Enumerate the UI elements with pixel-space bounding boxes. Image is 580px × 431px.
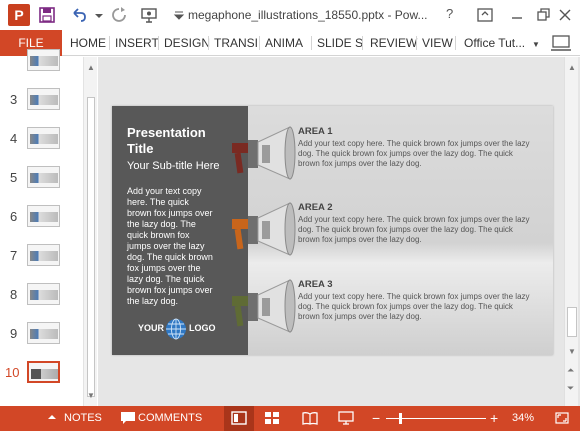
close-icon[interactable]: [556, 6, 574, 24]
zoom-out-button[interactable]: −: [372, 410, 380, 426]
undo-icon[interactable]: [70, 6, 88, 24]
zoom-in-button[interactable]: +: [490, 410, 498, 426]
slide-number: 3: [10, 92, 18, 107]
next-slide-icon[interactable]: ⏷: [567, 383, 574, 394]
fit-slide-icon[interactable]: [554, 411, 570, 425]
slide-show-icon[interactable]: [338, 411, 354, 425]
customize-toolbar-icon[interactable]: [170, 6, 188, 24]
tab-separator: [208, 36, 209, 50]
slide-thumbnail-pane: 3 4 5 6 7 8 9 10 ▲ ▼: [0, 49, 97, 406]
slide-thumbnail-image: [27, 88, 60, 110]
undo-dropdown-icon[interactable]: [90, 6, 108, 24]
editor-scrollbar[interactable]: ▲ ▼ ⏶ ⏷: [564, 57, 578, 406]
slide-thumbnail-image: [27, 205, 60, 227]
start-from-beginning-icon[interactable]: [140, 6, 158, 24]
slide-sorter-icon[interactable]: [264, 411, 280, 425]
user-account-icon[interactable]: [550, 33, 572, 53]
slide-body-text[interactable]: Add your text copy here. The quick brown…: [127, 186, 215, 307]
slide-thumbnail-image: [27, 49, 60, 71]
notes-icon: [48, 415, 56, 419]
slide-editor: Presentation Title Your Sub-title Here A…: [98, 57, 580, 406]
tab-animations[interactable]: ANIMA: [265, 30, 303, 56]
thumbnail-scrollbar[interactable]: ▲ ▼: [83, 57, 97, 406]
area-3-title[interactable]: AREA 3: [298, 279, 333, 290]
ribbon-display-options-icon[interactable]: [476, 6, 494, 24]
slide-number: 5: [10, 170, 18, 185]
globe-icon: [166, 318, 186, 340]
slide-number: 9: [10, 326, 18, 341]
slide-thumbnail-image: [27, 166, 60, 188]
slide-number: 4: [10, 131, 18, 146]
area-2-text[interactable]: Add your text copy here. The quick brown…: [298, 215, 532, 245]
normal-view-icon: [231, 411, 247, 425]
tab-separator: [416, 36, 417, 50]
zoom-level[interactable]: 34%: [512, 412, 534, 424]
powerpoint-logo-icon: P: [8, 4, 30, 26]
comments-button[interactable]: COMMENTS: [138, 412, 202, 424]
slide-canvas[interactable]: Presentation Title Your Sub-title Here A…: [112, 106, 553, 355]
scroll-up-icon[interactable]: ▲: [568, 63, 576, 72]
tab-insert[interactable]: INSERT: [115, 30, 159, 56]
tab-transitions[interactable]: TRANSI: [214, 30, 258, 56]
tab-separator: [455, 36, 456, 50]
title-bar: P megaphone_illustrations_18550.pptx - P…: [0, 0, 580, 30]
previous-slide-icon[interactable]: ⏶: [567, 365, 574, 376]
area-1-text[interactable]: Add your text copy here. The quick brown…: [298, 139, 532, 169]
slide-thumbnail-image: [27, 127, 60, 149]
scroll-down-icon[interactable]: ▼: [568, 347, 576, 356]
tab-slide-show[interactable]: SLIDE S: [317, 30, 363, 56]
slide-number: 10: [5, 365, 20, 380]
area-1-title[interactable]: AREA 1: [298, 126, 333, 137]
comments-icon: [121, 412, 135, 424]
notes-button[interactable]: NOTES: [64, 412, 102, 424]
save-icon[interactable]: [38, 6, 56, 24]
area-3-text[interactable]: Add your text copy here. The quick brown…: [298, 292, 532, 322]
status-bar: NOTES COMMENTS − + 34%: [0, 406, 580, 431]
restore-icon[interactable]: [534, 6, 552, 24]
megaphone-icon[interactable]: [210, 123, 298, 185]
scroll-down-icon[interactable]: ▼: [87, 391, 95, 400]
slide-number: 8: [10, 287, 18, 302]
reading-view-icon[interactable]: [302, 411, 318, 425]
scroll-up-icon[interactable]: ▲: [87, 63, 95, 72]
account-name[interactable]: Office Tut...: [464, 30, 525, 56]
scrollbar-thumb[interactable]: [87, 97, 95, 397]
slide-thumbnail-image: [27, 283, 60, 305]
tab-separator: [158, 36, 159, 50]
tab-separator: [311, 36, 312, 50]
view-normal-button[interactable]: [224, 406, 254, 431]
zoom-slider-thumb[interactable]: [399, 413, 402, 424]
account-dropdown-icon[interactable]: ▼: [532, 40, 540, 49]
slide-number: 6: [10, 209, 18, 224]
tab-review[interactable]: REVIEW: [370, 30, 417, 56]
megaphone-icon[interactable]: [210, 199, 298, 261]
redo-icon[interactable]: [110, 6, 128, 24]
logo-text-left: YOUR: [138, 323, 165, 333]
tab-separator: [109, 36, 110, 50]
document-title: megaphone_illustrations_18550.pptx - Pow…: [188, 8, 428, 22]
slide-thumbnail-image: [27, 322, 60, 344]
tab-separator: [362, 36, 363, 50]
tab-separator: [259, 36, 260, 50]
tab-design[interactable]: DESIGN: [164, 30, 210, 56]
tab-view[interactable]: VIEW: [422, 30, 453, 56]
area-2-title[interactable]: AREA 2: [298, 202, 333, 213]
minimize-icon[interactable]: [508, 6, 526, 24]
slide-thumbnail-image: [27, 244, 60, 266]
scrollbar-thumb[interactable]: [567, 307, 577, 337]
slide-thumbnail-image: [27, 361, 60, 383]
slide-number: 7: [10, 248, 18, 263]
help-icon[interactable]: ?: [446, 6, 453, 21]
megaphone-icon[interactable]: [210, 276, 298, 338]
